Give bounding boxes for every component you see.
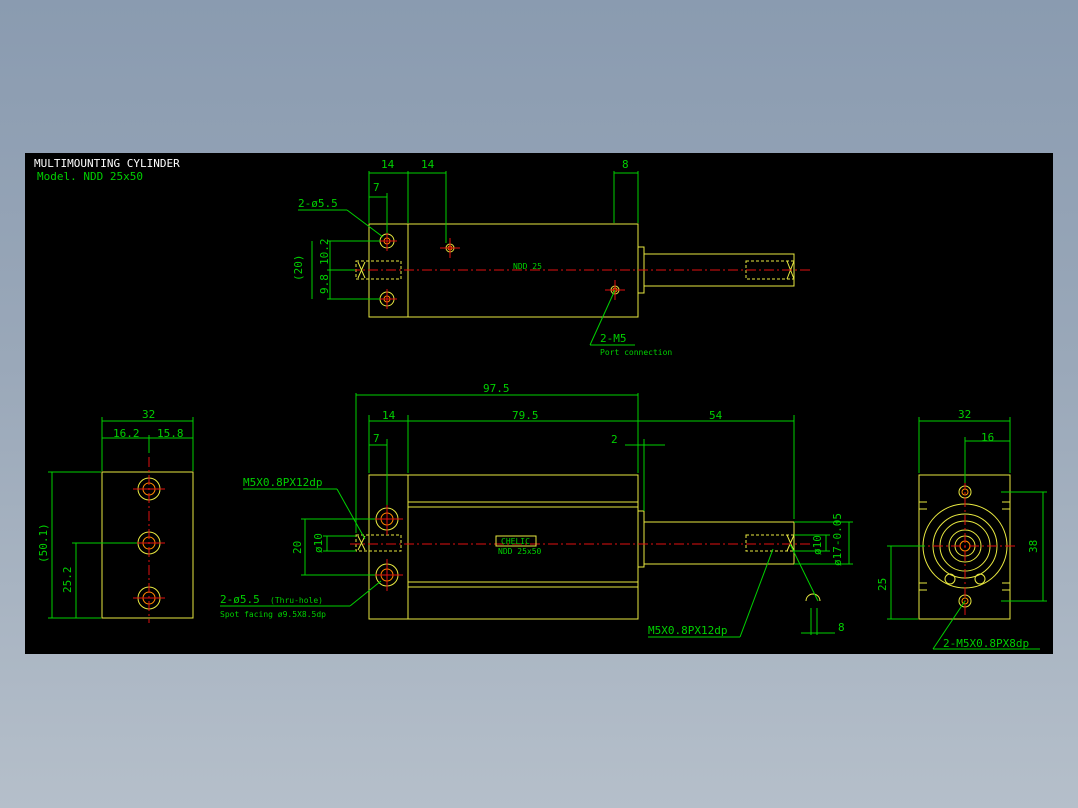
front-dim-7: 7 bbox=[373, 432, 380, 445]
front-hole-label: 2-ø5.5 bbox=[220, 593, 260, 606]
top-port-note: Port connection bbox=[600, 348, 672, 357]
front-logo: CHELIC bbox=[501, 537, 530, 546]
top-dim-10.2: 10.2 bbox=[318, 239, 331, 266]
front-dim-14: 14 bbox=[382, 409, 396, 422]
end-dim-16: 16 bbox=[981, 431, 994, 444]
front-hole-note: (Thru-hole) bbox=[270, 596, 323, 605]
side-dim-32: 32 bbox=[142, 408, 155, 421]
side-view: 32 16.2 15.8 (50.1) 25.2 bbox=[37, 408, 194, 623]
top-dim-8: 8 bbox=[622, 158, 629, 171]
side-dim-50.1: (50.1) bbox=[37, 523, 50, 563]
front-dim-79.5: 79.5 bbox=[512, 409, 539, 422]
side-dim-16.2: 16.2 bbox=[113, 427, 140, 440]
top-dim-20-ref: (20) bbox=[292, 255, 305, 282]
top-dim-14a: 14 bbox=[381, 158, 395, 171]
front-thread-left-label: M5X0.8PX12dp bbox=[243, 476, 322, 489]
side-dim-15.8: 15.8 bbox=[157, 427, 184, 440]
front-rod-dia: ø10 bbox=[811, 535, 824, 555]
front-view: CHELIC NDD 25x50 97.5 14 79.5 54 7 2 20 … bbox=[220, 382, 853, 638]
top-hole-label: 2-ø5.5 bbox=[298, 197, 338, 210]
top-body-text: NDD 25 bbox=[513, 262, 542, 271]
front-dim-dia10-left: ø10 bbox=[312, 533, 325, 553]
side-dim-25.2: 25.2 bbox=[61, 567, 74, 594]
top-dim-14b: 14 bbox=[421, 158, 435, 171]
end-dim-32: 32 bbox=[958, 408, 971, 421]
end-dim-38: 38 bbox=[1027, 540, 1040, 553]
end-view: 32 16 38 25 2-M5X0.8PX8dp bbox=[876, 408, 1047, 650]
top-dim-9.8: 9.8 bbox=[318, 274, 331, 294]
drawing-title: MULTIMOUNTING CYLINDER bbox=[34, 157, 180, 170]
front-dim-97.5: 97.5 bbox=[483, 382, 510, 395]
front-logo-sub: NDD 25x50 bbox=[498, 547, 542, 556]
front-spot-facing: Spot facing ø9.5X8.5dp bbox=[220, 610, 326, 619]
front-dim-54: 54 bbox=[709, 409, 723, 422]
top-dim-7: 7 bbox=[373, 181, 380, 194]
front-rod-end-dia: ø17-0.05 bbox=[831, 513, 844, 566]
front-dim-20: 20 bbox=[291, 541, 304, 554]
cad-drawing: MULTIMOUNTING CYLINDER Model. NDD 25x50 … bbox=[34, 157, 1047, 650]
end-dim-25: 25 bbox=[876, 578, 889, 591]
model-label: Model. NDD 25x50 bbox=[37, 170, 143, 183]
front-thread-right-label: M5X0.8PX12dp bbox=[648, 624, 727, 637]
front-dim-8: 8 bbox=[838, 621, 845, 634]
top-port-label: 2-M5 bbox=[600, 332, 627, 345]
front-dim-2: 2 bbox=[611, 433, 618, 446]
cad-drawing-sheet: MULTIMOUNTING CYLINDER Model. NDD 25x50 … bbox=[25, 153, 1053, 654]
top-view: NDD 25 14 14 8 7 10.2 9.8 (20) 2-ø5.5 2-… bbox=[292, 158, 810, 357]
end-thread-label: 2-M5X0.8PX8dp bbox=[943, 637, 1029, 650]
